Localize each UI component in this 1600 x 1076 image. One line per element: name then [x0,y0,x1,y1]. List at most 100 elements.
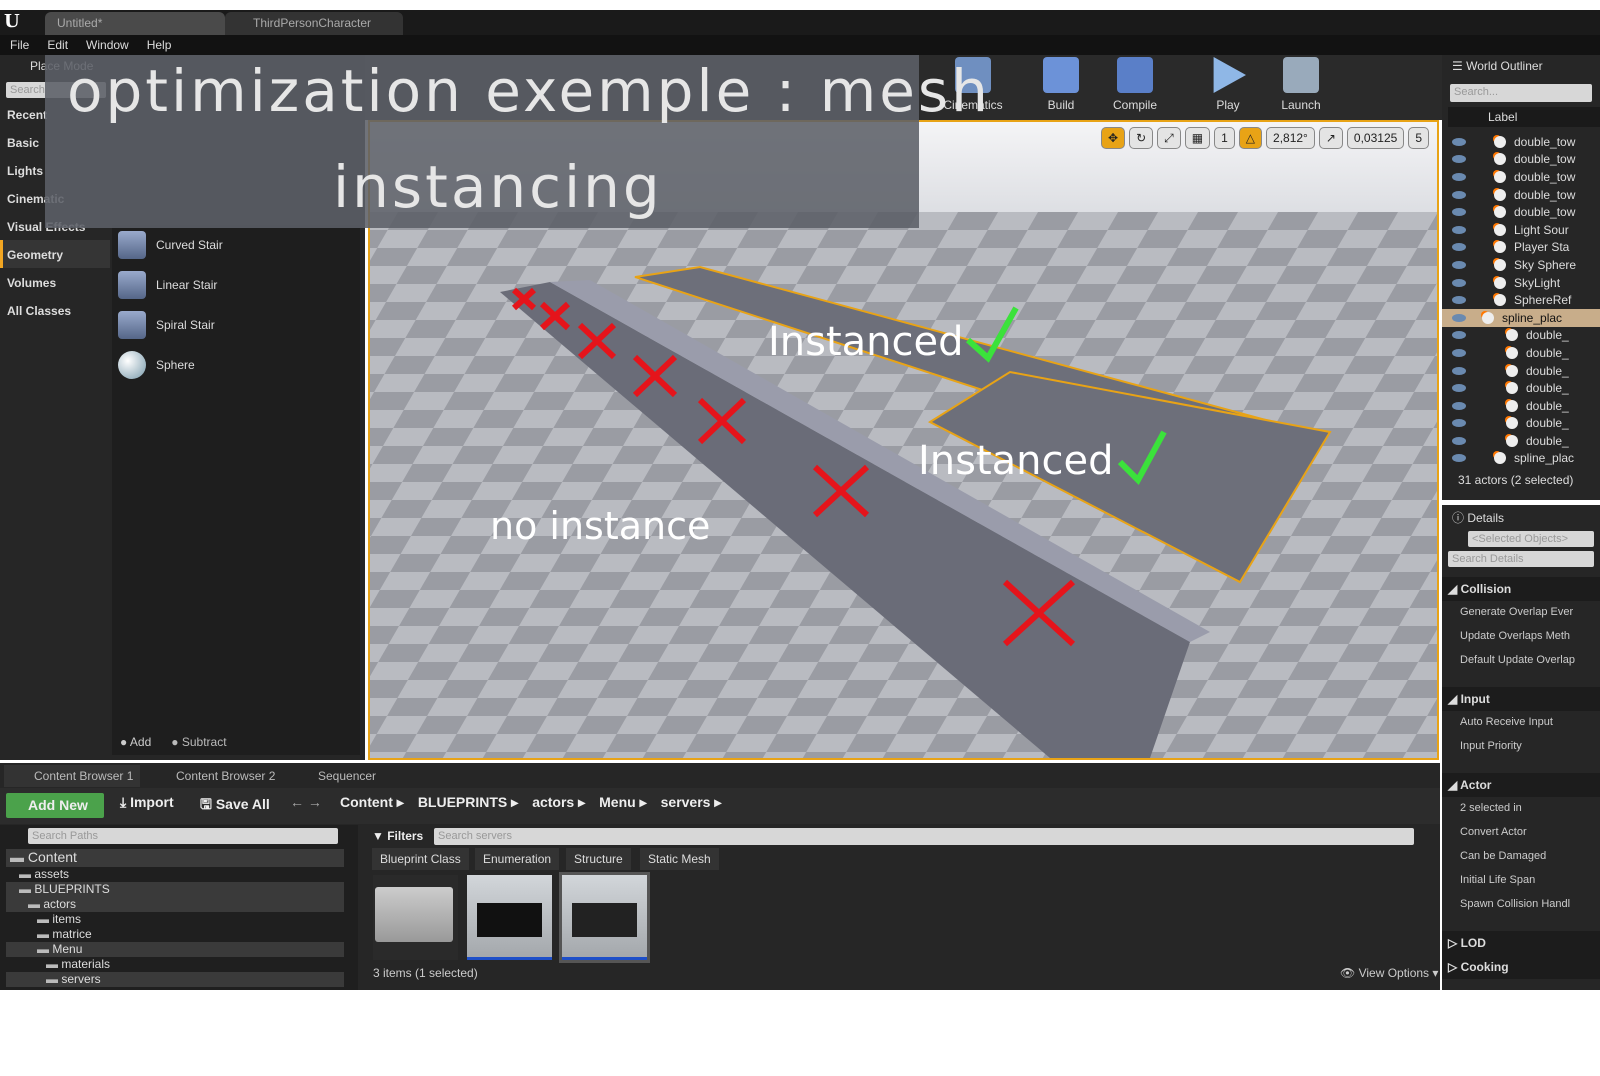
outliner-row[interactable]: spline_plac [1442,308,1600,327]
category-volumes[interactable]: Volumes [0,268,110,296]
item-linear-stair[interactable]: Linear Stair [112,265,360,305]
visibility-eye-icon[interactable] [1452,366,1466,375]
outliner-row[interactable]: spline_plac [1442,450,1600,468]
scale-snap-icon[interactable]: ↗ [1318,127,1343,149]
visibility-eye-icon[interactable] [1452,137,1466,146]
import-button[interactable]: ⤓ Import [120,794,174,811]
outliner-row[interactable]: double_ [1442,362,1600,380]
visibility-eye-icon[interactable] [1452,225,1466,234]
filter-chip-static-mesh[interactable]: Static Mesh [640,848,719,870]
visibility-eye-icon[interactable] [1452,296,1466,305]
filter-chip-enumeration[interactable]: Enumeration [475,848,560,870]
outliner-row[interactable]: SphereRef [1442,291,1600,309]
breadcrumb-item[interactable]: Menu ▸ [599,794,646,811]
outliner-row[interactable]: double_tow [1442,151,1600,169]
folder-thumbnail[interactable] [373,875,458,960]
menu-window[interactable]: Window [86,38,129,52]
save-all-button[interactable]: 🖫 Save All [200,794,270,818]
launch-button[interactable]: Launch [1266,57,1336,112]
outliner-row[interactable]: double_tow [1442,168,1600,186]
outliner-row[interactable]: double_tow [1442,133,1600,151]
tab-untitled[interactable]: Untitled* [45,12,225,35]
grid-size-dropdown[interactable]: 1 [1214,127,1235,149]
tab-third-person-character[interactable]: ThirdPersonCharacter [225,12,403,35]
item-curved-stair[interactable]: Curved Stair [112,225,360,265]
breadcrumb-item[interactable]: BLUEPRINTS ▸ [418,794,518,811]
filter-chip-structure[interactable]: Structure [566,848,631,870]
breadcrumb-item[interactable]: actors ▸ [532,794,585,811]
tab-content-browser-1[interactable]: Content Browser 1 [4,765,140,787]
visibility-eye-icon[interactable] [1452,436,1466,445]
search-paths-input[interactable]: Search Paths [28,828,338,844]
grid-snap-icon[interactable]: ▦ [1184,127,1211,149]
build-button[interactable]: Build [1026,57,1096,112]
visibility-eye-icon[interactable] [1452,454,1466,463]
category-geometry[interactable]: Geometry [0,240,110,268]
visibility-eye-icon[interactable] [1452,401,1466,410]
visibility-eye-icon[interactable] [1452,313,1466,322]
outliner-row[interactable]: double_ [1442,415,1600,433]
filters-button[interactable]: ▼ Filters [372,829,423,843]
outliner-row[interactable]: double_ [1442,397,1600,415]
item-spiral-stair[interactable]: Spiral Stair [112,305,360,345]
outliner-row[interactable]: Light Sour [1442,221,1600,239]
visibility-eye-icon[interactable] [1452,190,1466,199]
play-button[interactable]: Play [1193,57,1263,112]
outliner-row[interactable]: Player Sta [1442,239,1600,257]
visibility-eye-icon[interactable] [1452,331,1466,340]
outliner-row[interactable]: double_ [1442,432,1600,450]
details-section-header[interactable]: ◢ Actor [1442,773,1600,797]
tab-sequencer[interactable]: Sequencer [288,765,376,787]
camera-speed-dropdown[interactable]: 5 [1408,127,1429,149]
breadcrumb-item[interactable]: servers ▸ [661,794,722,811]
details-section-header[interactable]: ◢ Input [1442,687,1600,711]
selected-objects-field[interactable]: <Selected Objects> [1468,531,1594,547]
menu-file[interactable]: File [10,38,29,52]
scale-tool-button[interactable]: ⤢ [1157,127,1181,149]
asset-thumbnail-server-1[interactable] [467,875,552,960]
view-options-button[interactable]: 👁 View Options ▾ [1340,966,1438,980]
folder-tree-item[interactable]: ▬ servers [6,972,344,987]
category-all-classes[interactable]: All Classes [0,296,110,324]
folder-tree-item[interactable]: ▬ matrice [6,927,344,942]
outliner-row[interactable]: Sky Sphere [1442,256,1600,274]
outliner-row[interactable]: double_tow [1442,186,1600,204]
menu-help[interactable]: Help [147,38,172,52]
add-new-button[interactable]: Add New [6,793,104,818]
history-nav-buttons[interactable]: ← → [290,794,322,810]
folder-tree-item[interactable]: ▬ Content [6,849,344,867]
angle-snap-icon[interactable]: △ [1238,127,1263,149]
outliner-row[interactable]: double_ [1442,379,1600,397]
details-section-header[interactable]: ▷ LOD [1442,931,1600,955]
rotate-tool-button[interactable]: ↻ [1129,127,1154,149]
visibility-eye-icon[interactable] [1452,419,1466,428]
asset-thumbnail-server-2[interactable] [559,872,650,963]
filter-chip-blueprint-class[interactable]: Blueprint Class [372,848,469,870]
folder-tree-item[interactable]: ▬ materials [6,957,344,972]
folder-tree-item[interactable]: ▬ Menu [6,942,344,957]
visibility-eye-icon[interactable] [1452,278,1466,287]
visibility-eye-icon[interactable] [1452,243,1466,252]
scale-snap-dropdown[interactable]: 0,03125 [1346,127,1405,149]
compile-button[interactable]: Compile [1100,57,1170,112]
outliner-row[interactable]: SkyLight [1442,274,1600,292]
outliner-row[interactable]: double_ [1442,327,1600,345]
asset-search-input[interactable]: Search servers [434,828,1414,845]
menu-edit[interactable]: Edit [47,38,68,52]
details-section-header[interactable]: ◢ Collision [1442,577,1600,601]
breadcrumb-item[interactable]: Content ▸ [340,794,404,811]
subtract-radio[interactable]: ● Subtract [171,735,226,749]
add-radio[interactable]: ● Add [120,735,151,749]
tab-content-browser-2[interactable]: Content Browser 2 [146,765,275,787]
folder-tree-item[interactable]: ▬ BLUEPRINTS [6,882,344,897]
translate-tool-button[interactable]: ✥ [1101,127,1126,149]
visibility-eye-icon[interactable] [1452,172,1466,181]
visibility-eye-icon[interactable] [1452,260,1466,269]
folder-tree-item[interactable]: ▬ actors [6,897,344,912]
visibility-eye-icon[interactable] [1452,208,1466,217]
folder-tree-item[interactable]: ▬ items [6,912,344,927]
folder-tree-item[interactable]: ▬ assets [6,867,344,882]
outliner-search-input[interactable]: Search... [1450,84,1592,102]
outliner-label-column[interactable]: Label [1448,107,1600,127]
visibility-eye-icon[interactable] [1452,348,1466,357]
